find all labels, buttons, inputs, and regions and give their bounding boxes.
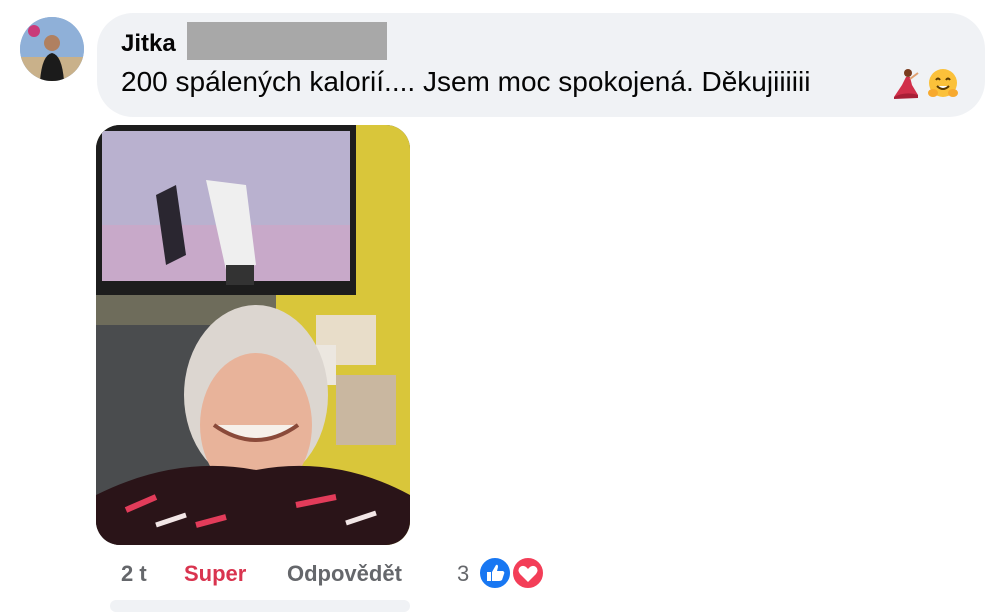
avatar-image (20, 17, 84, 81)
avatar[interactable] (20, 17, 84, 81)
comment-author[interactable]: Jitka (121, 30, 176, 58)
redacted-surname (187, 22, 387, 60)
like-icon[interactable] (478, 556, 512, 590)
attached-photo[interactable] (96, 125, 410, 545)
reaction-count[interactable]: 3 (457, 561, 469, 591)
comment-text: 200 spálených kalorií.... Jsem moc spoko… (121, 66, 811, 97)
comment-time[interactable]: 2 t (121, 561, 147, 591)
reply-button[interactable]: Odpovědět (287, 561, 402, 591)
photo-image (96, 125, 410, 545)
dancer-emoji (894, 69, 919, 99)
love-icon[interactable] (511, 556, 545, 590)
super-reaction-button[interactable]: Super (184, 561, 246, 591)
next-comment-bubble (110, 600, 410, 612)
hugging-face-emoji (928, 69, 958, 97)
